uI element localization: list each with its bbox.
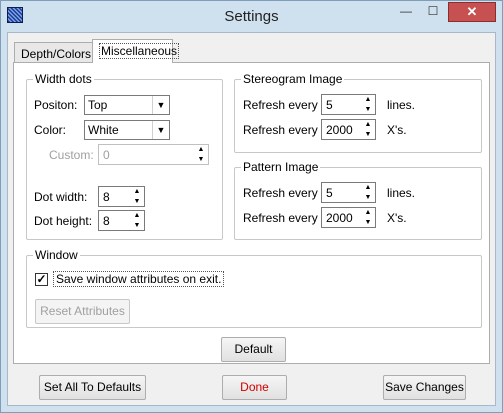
width-dots-group: Width dots Positon: Top ▼ Color: White ▼… [26,72,223,240]
color-label-text: Color: [34,123,67,137]
save-changes-button[interactable]: Save Changes [383,375,466,400]
dot-height-value: 8 [103,214,110,228]
spin-down-icon[interactable]: ▼ [361,130,375,139]
chevron-down-icon[interactable]: ▼ [152,96,169,114]
title-bar[interactable]: Settings — ☐ ✕ [1,1,502,31]
position-select-value: Top [88,98,108,112]
pattern-refresh-lines-label: Refresh every [243,186,318,200]
tab-miscellaneous[interactable]: Miscellaneous [92,39,180,63]
miscellaneous-tab-page: Width dots Positon: Top ▼ Color: White ▼… [13,62,490,364]
stereogram-refresh-xs-stepper[interactable]: 2000 ▲ ▼ [321,119,376,140]
pattern-refresh-lines-arrows[interactable]: ▲ ▼ [361,183,375,202]
dot-width-label: Dot width: [34,190,88,204]
stereogram-refresh-xs-value: 2000 [326,123,353,137]
stereogram-refresh-lines-arrows[interactable]: ▲ ▼ [361,95,375,114]
done-button[interactable]: Done [222,375,287,400]
pattern-refresh-lines-value: 5 [326,186,333,200]
pattern-image-group: Pattern Image Refresh every 5 ▲ ▼ lines.… [234,160,482,240]
pattern-refresh-lines-stepper[interactable]: 5 ▲ ▼ [321,182,376,203]
spin-up-icon[interactable]: ▲ [361,183,375,192]
stereogram-image-group-label: Stereogram Image [241,72,345,86]
spin-down-icon[interactable]: ▼ [194,155,208,164]
window-group: Window ✓ Save window attributes on exit.… [26,248,482,328]
pattern-refresh-xs-label: Refresh every [243,211,318,225]
stereogram-refresh-lines-value: 5 [326,98,333,112]
save-attributes-label[interactable]: Save window attributes on exit. [53,271,225,287]
stereogram-xs-unit: X's. [387,123,407,137]
pattern-refresh-xs-value: 2000 [326,211,353,225]
spin-down-icon[interactable]: ▼ [361,218,375,227]
save-attributes-label-text: Save window attributes on exit. [53,271,225,287]
custom-value: 0 [103,148,110,162]
dot-width-value: 8 [103,190,110,204]
spin-down-icon[interactable]: ▼ [130,221,144,230]
color-label: Color: [34,123,66,137]
dialog-client-area: Depth/Colors Miscellaneous Width dots Po… [7,32,496,406]
close-icon[interactable]: ✕ [448,2,496,22]
default-button[interactable]: Default [221,337,286,362]
pattern-refresh-xs-stepper[interactable]: 2000 ▲ ▼ [321,207,376,228]
tab-depth-colors[interactable]: Depth/Colors [14,42,98,62]
spin-down-icon[interactable]: ▼ [130,197,144,206]
window-group-label: Window [33,248,80,262]
minimize-icon[interactable]: — [393,2,419,22]
stereogram-refresh-lines-label: Refresh every [243,98,318,112]
spin-up-icon[interactable]: ▲ [194,145,208,154]
spin-up-icon[interactable]: ▲ [361,208,375,217]
maximize-icon[interactable]: ☐ [420,2,446,22]
dot-width-stepper-arrows[interactable]: ▲ ▼ [130,187,144,206]
spin-down-icon[interactable]: ▼ [361,105,375,114]
custom-stepper[interactable]: 0 ▲ ▼ [98,144,209,165]
settings-window: Settings — ☐ ✕ Depth/Colors Miscellaneou… [0,0,503,413]
stereogram-refresh-xs-label: Refresh every [243,123,318,137]
pattern-lines-unit: lines. [387,186,416,200]
spin-up-icon[interactable]: ▲ [130,187,144,196]
position-label-text: Positon: [34,98,78,112]
stereogram-lines-unit: lines. [387,98,416,112]
spin-down-icon[interactable]: ▼ [361,193,375,202]
position-label: Positon: [34,98,77,112]
pattern-refresh-xs-arrows[interactable]: ▲ ▼ [361,208,375,227]
color-select-value: White [88,123,119,137]
width-dots-group-label: Width dots [33,72,94,86]
dot-width-stepper[interactable]: 8 ▲ ▼ [98,186,145,207]
spin-up-icon[interactable]: ▲ [361,95,375,104]
spin-up-icon[interactable]: ▲ [130,211,144,220]
dot-height-stepper-arrows[interactable]: ▲ ▼ [130,211,144,230]
custom-label: Custom: [49,148,94,162]
dot-height-stepper[interactable]: 8 ▲ ▼ [98,210,145,231]
set-all-defaults-button[interactable]: Set All To Defaults [39,375,146,400]
pattern-xs-unit: X's. [387,211,407,225]
chevron-down-icon[interactable]: ▼ [152,121,169,139]
position-select[interactable]: Top ▼ [84,95,170,115]
color-select[interactable]: White ▼ [84,120,170,140]
pattern-image-group-label: Pattern Image [241,160,321,174]
tab-miscellaneous-label: Miscellaneous [99,43,180,59]
tab-depth-colors-label: Depth/Colors [21,47,92,61]
spin-up-icon[interactable]: ▲ [361,120,375,129]
save-attributes-checkbox[interactable]: ✓ [35,273,48,286]
reset-attributes-button[interactable]: Reset Attributes [35,299,130,324]
stereogram-refresh-xs-arrows[interactable]: ▲ ▼ [361,120,375,139]
custom-stepper-arrows[interactable]: ▲ ▼ [194,145,208,164]
stereogram-refresh-lines-stepper[interactable]: 5 ▲ ▼ [321,94,376,115]
stereogram-image-group: Stereogram Image Refresh every 5 ▲ ▼ lin… [234,72,482,153]
dot-height-label: Dot height: [34,214,93,228]
